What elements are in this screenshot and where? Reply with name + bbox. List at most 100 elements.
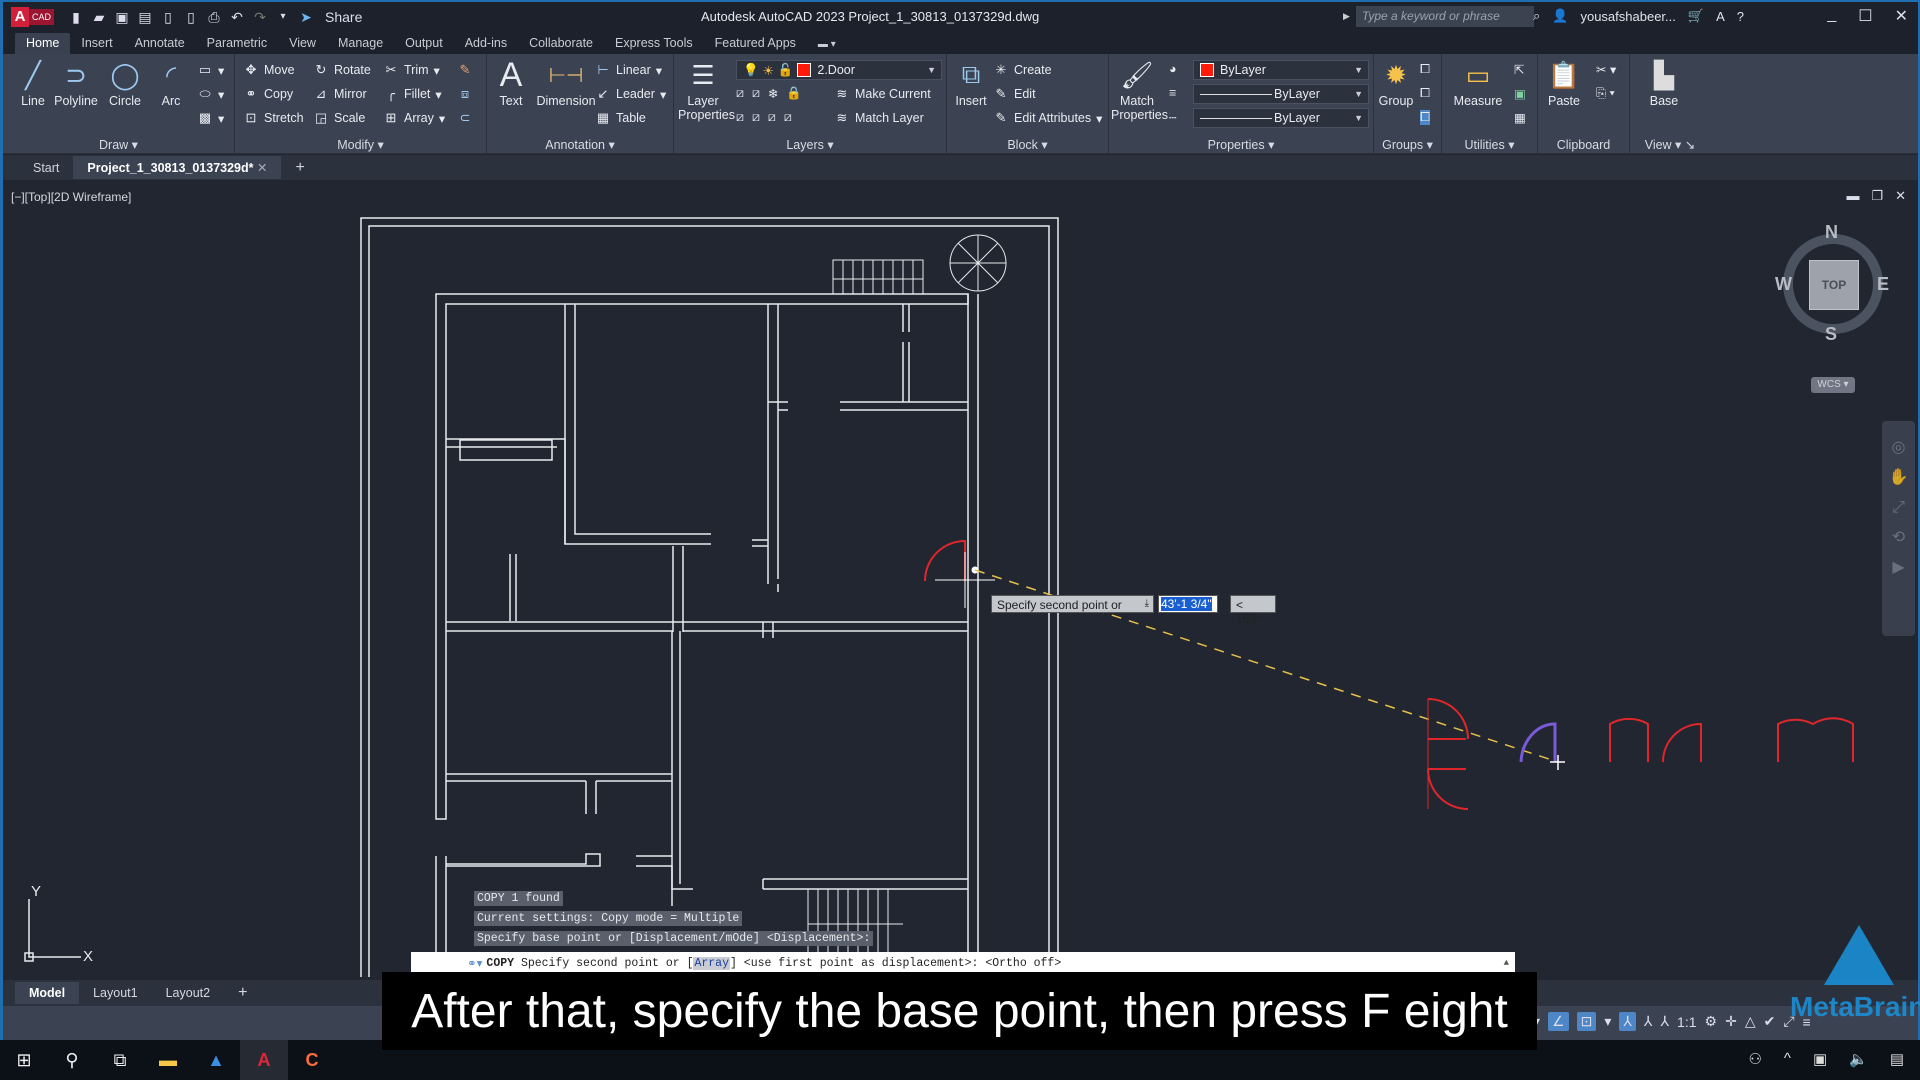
open-icon[interactable]: ▰ <box>91 9 107 25</box>
compass-north[interactable]: N <box>1825 222 1838 243</box>
linetype-dropdown[interactable]: ByLayer ▼ <box>1193 108 1369 128</box>
pan-icon[interactable]: ✋ <box>1882 463 1915 493</box>
share-icon[interactable]: ➤ <box>298 9 314 25</box>
close-icon[interactable]: ✕ <box>1895 6 1908 26</box>
viewcube-top-face[interactable]: TOP <box>1809 260 1859 310</box>
drawing-canvas[interactable]: Y X <box>3 184 1918 977</box>
group-selection-icon[interactable]: ⧠ <box>1420 110 1431 125</box>
compass-south[interactable]: S <box>1825 324 1837 345</box>
expand-icon[interactable]: ▶ <box>1343 11 1350 22</box>
selected-door[interactable] <box>1519 722 1557 763</box>
vp-close-icon[interactable]: ✕ <box>1895 188 1906 204</box>
distance-input[interactable]: 43'-1 3/4" <box>1158 595 1218 613</box>
quick-select-icon[interactable]: ⇱ <box>1514 62 1524 77</box>
annotation-scale-value[interactable]: 1:1 <box>1677 1014 1696 1030</box>
search-input[interactable]: Type a keyword or phrase <box>1355 6 1534 27</box>
drawing-viewport[interactable]: Y X [−][Top][2D Wireframe] ▬ ❐ ✕ TOP N S… <box>3 184 1918 977</box>
edit-attributes-button[interactable]: ✎ Edit Attributes ▾ <box>993 110 1103 126</box>
rectangle-button[interactable]: ▭ ▾ <box>197 62 224 78</box>
volume-muted-icon[interactable]: 🔈 <box>1849 1050 1868 1068</box>
layer-freeze-vp-icon[interactable]: ⧄ <box>752 110 760 125</box>
linear-button[interactable]: ⊢ Linear ▾ <box>595 62 662 78</box>
object-snap-icon[interactable]: ⊡ <box>1576 1012 1597 1031</box>
create-block-button[interactable]: ✳ Create <box>993 62 1052 78</box>
panel-title-view[interactable]: View ▾ ↘ <box>1630 137 1710 152</box>
redo-icon[interactable]: ↷ <box>252 9 268 25</box>
options-icon[interactable]: ⤓ <box>1145 598 1149 609</box>
option-array[interactable]: Array <box>693 956 730 970</box>
scale-button[interactable]: ◲ Scale <box>313 110 365 126</box>
layer-isolate-icon[interactable]: ⧄ <box>752 86 760 101</box>
user-name[interactable]: yousafshabeer... <box>1580 9 1675 24</box>
mirror-button[interactable]: ⊿ Mirror <box>313 86 367 102</box>
compass-east[interactable]: E <box>1877 274 1889 295</box>
new-icon[interactable]: ▮ <box>68 9 84 25</box>
viewcube[interactable]: TOP N S W E <box>1773 222 1893 345</box>
layer-lock2-icon[interactable]: ⧄ <box>768 110 776 125</box>
quick-properties-icon[interactable]: △ <box>1745 1013 1756 1030</box>
share-button[interactable]: Share <box>325 9 362 25</box>
tab-express-tools[interactable]: Express Tools <box>604 33 704 54</box>
color-dropdown[interactable]: ByLayer ▼ <box>1193 60 1369 80</box>
people-icon[interactable]: ⚇ <box>1748 1050 1761 1068</box>
line-button[interactable]: ╱ Line <box>13 58 53 109</box>
text-button[interactable]: A Text <box>493 56 529 109</box>
cut-icon[interactable]: ✂ ▾ <box>1596 62 1616 77</box>
layer-off-icon[interactable]: ⧄ <box>736 86 744 101</box>
show-hidden-icons-icon[interactable]: ^ <box>1784 1050 1791 1068</box>
tab-layout2[interactable]: Layout2 <box>152 982 224 1004</box>
close-tab-icon[interactable]: ✕ <box>257 161 267 175</box>
tab-featured-apps[interactable]: Featured Apps <box>704 33 807 54</box>
tab-annotate[interactable]: Annotate <box>124 33 196 54</box>
file-tab-project[interactable]: Project_1_30813_0137329d* ✕ <box>73 156 282 179</box>
layer-match-icon[interactable]: ⧄ <box>784 110 792 125</box>
viewport-controls-label[interactable]: [−][Top][2D Wireframe] <box>11 190 131 204</box>
save-as-icon[interactable]: ▤ <box>137 9 153 25</box>
network-icon[interactable]: ▣ <box>1813 1050 1827 1068</box>
notifications-icon[interactable]: ▤ <box>1890 1050 1904 1068</box>
layer-walk-icon[interactable]: ⧄ <box>736 110 744 125</box>
tab-view[interactable]: View <box>278 33 327 54</box>
angle-input[interactable]: < 163° <box>1230 595 1276 626</box>
edit-block-button[interactable]: ✎ Edit <box>993 86 1036 102</box>
app-menu-button[interactable]: A CAD <box>11 7 55 27</box>
camtasia-icon[interactable]: C <box>288 1040 336 1080</box>
erase-button[interactable]: ✎ <box>457 62 473 78</box>
copy-clip-icon[interactable]: ⎘ ▾ <box>1596 86 1615 101</box>
isolate-objects-icon[interactable]: ✔ <box>1764 1013 1776 1030</box>
lineweight-dropdown[interactable]: ByLayer ▼ <box>1193 84 1369 104</box>
rotate-button[interactable]: ↻ Rotate <box>313 62 371 78</box>
fillet-button[interactable]: ╭ Fillet ▾ <box>383 86 442 102</box>
customize-qa-icon[interactable]: ▾ <box>275 9 291 25</box>
file-explorer-icon[interactable]: ▬ <box>144 1040 192 1080</box>
plot-icon[interactable]: ⎙ <box>206 9 222 25</box>
panel-title-properties[interactable]: Properties ▾ <box>1109 137 1373 152</box>
array-button[interactable]: ⊞ Array ▾ <box>383 110 446 126</box>
layer-properties-button[interactable]: ☰ Layer Properties <box>678 58 735 122</box>
help-icon[interactable]: ? <box>1737 9 1744 24</box>
tab-add-ins[interactable]: Add-ins <box>454 33 518 54</box>
search-icon[interactable]: ⌕ <box>1533 8 1540 24</box>
leader-button[interactable]: ↙ Leader ▾ <box>595 86 667 102</box>
orbit-icon[interactable]: ⟲ <box>1882 523 1915 553</box>
tab-manage[interactable]: Manage <box>327 33 394 54</box>
minimize-icon[interactable]: _ <box>1827 6 1836 26</box>
base-button[interactable]: ▙ Base <box>1642 58 1686 109</box>
make-current-button[interactable]: ≋ Make Current <box>834 86 931 102</box>
panel-title-utilities[interactable]: Utilities ▾ <box>1442 137 1537 152</box>
photos-icon[interactable]: ▲ <box>192 1040 240 1080</box>
offset-button[interactable]: ⊂ <box>457 110 473 126</box>
user-icon[interactable]: 👤 <box>1552 8 1568 24</box>
paste-button[interactable]: 📋 Paste <box>1542 58 1586 109</box>
search-icon[interactable]: ⚲ <box>48 1040 96 1080</box>
open-from-web-icon[interactable]: ▯ <box>160 9 176 25</box>
autocad-icon[interactable]: A <box>240 1040 288 1080</box>
calculator-icon[interactable]: ▦ <box>1514 110 1526 125</box>
command-history-toggle-icon[interactable]: ▲ <box>1504 958 1509 968</box>
maximize-icon[interactable]: ☐ <box>1858 6 1872 26</box>
workspace-gear-icon[interactable]: ⚙ <box>1705 1013 1718 1030</box>
annotation-visibility-icon[interactable]: ⅄ <box>1619 1012 1636 1031</box>
tab-model[interactable]: Model <box>15 982 80 1004</box>
panel-title-clipboard[interactable]: Clipboard <box>1538 138 1629 152</box>
panel-title-annotation[interactable]: Annotation ▾ <box>487 137 673 152</box>
